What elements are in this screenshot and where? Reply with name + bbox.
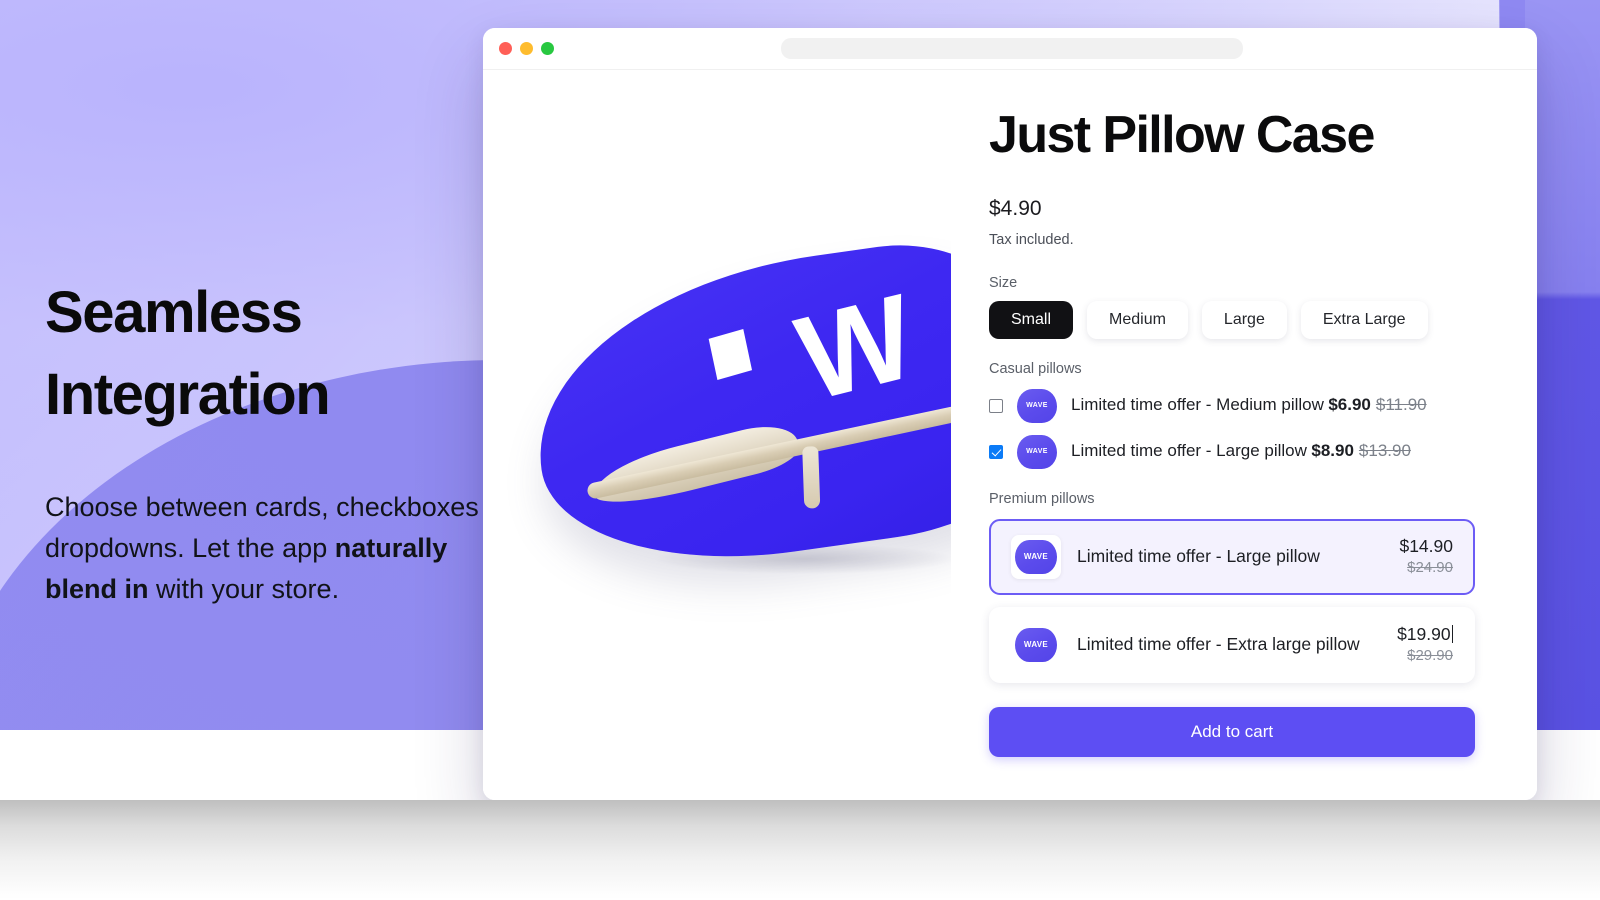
casual-offer-prices: $6.90 $11.90 bbox=[1328, 395, 1426, 414]
product-details-panel: Just Pillow Case $4.90 Tax included. Siz… bbox=[951, 70, 1537, 800]
address-bar[interactable] bbox=[781, 38, 1243, 59]
hero-body-text: Choose between cards, checkboxes & dropd… bbox=[45, 487, 505, 610]
product-gallery: W bbox=[483, 70, 951, 800]
casual-offer-checkbox-large[interactable] bbox=[989, 444, 1003, 459]
product-title: Just Pillow Case bbox=[989, 106, 1375, 164]
screenshot-root: Seamless Integration Choose between card… bbox=[0, 0, 1600, 900]
size-option-small[interactable]: Small bbox=[989, 300, 1074, 339]
page-bottom-shadow bbox=[0, 800, 1600, 900]
size-option-group: Small Medium Large Extra Large bbox=[989, 300, 1475, 339]
pillow-thumbnail-icon: WAVE bbox=[1017, 388, 1057, 423]
casual-pillows-label: Casual pillows bbox=[989, 360, 1082, 377]
premium-offer-compare-price: $24.90 bbox=[1407, 559, 1453, 577]
close-window-icon[interactable] bbox=[499, 42, 512, 55]
premium-offer-card-large[interactable]: WAVE Limited time offer - Large pillow $… bbox=[989, 518, 1475, 595]
casual-offer-price: $6.90 bbox=[1328, 395, 1371, 415]
casual-offer-compare-price: $11.90 bbox=[1375, 395, 1427, 415]
premium-offer-price: $14.90 bbox=[1399, 536, 1453, 557]
pillow-thumbnail-icon: WAVE bbox=[1015, 539, 1057, 574]
size-option-label: Size bbox=[989, 274, 1018, 291]
text-cursor-icon bbox=[1451, 625, 1453, 644]
premium-offer-card-extra-large[interactable]: WAVE Limited time offer - Extra large pi… bbox=[989, 606, 1475, 683]
premium-offer-name: Limited time offer - Large pillow bbox=[1077, 546, 1320, 567]
hero-heading-line-1: Seamless bbox=[45, 280, 303, 345]
premium-thumbnail-wrapper: WAVE bbox=[1011, 622, 1061, 667]
browser-window: W Just Pillow Case $4.90 Tax included. S… bbox=[483, 28, 1537, 800]
add-to-cart-button[interactable]: Add to cart bbox=[989, 706, 1475, 757]
premium-offer-prices: $19.90 $29.90 bbox=[1397, 623, 1453, 666]
size-option-medium[interactable]: Medium bbox=[1087, 300, 1188, 339]
premium-offer-price: $19.90 bbox=[1397, 624, 1451, 645]
tax-note: Tax included. bbox=[989, 231, 1074, 248]
size-option-extra-large[interactable]: Extra Large bbox=[1300, 300, 1428, 339]
casual-offer-price: $8.90 bbox=[1311, 441, 1354, 461]
browser-titlebar bbox=[483, 28, 1537, 70]
pillow-body-shape: W bbox=[517, 225, 951, 585]
casual-offer-name: Limited time offer - Medium pillow bbox=[1071, 395, 1324, 415]
size-option-large[interactable]: Large bbox=[1201, 300, 1287, 339]
maximize-window-icon[interactable] bbox=[541, 42, 554, 55]
premium-offer-prices: $14.90 $24.90 bbox=[1399, 535, 1453, 578]
premium-offer-price-row: $19.90 bbox=[1397, 623, 1453, 646]
hero-heading-line-2: Integration bbox=[45, 362, 331, 428]
casual-offer-compare-price: $13.90 bbox=[1358, 441, 1411, 461]
marketing-copy: Seamless Integration Choose between card… bbox=[45, 272, 505, 610]
pillow-logo-mark bbox=[708, 328, 753, 381]
premium-pillows-label: Premium pillows bbox=[989, 490, 1095, 507]
casual-offer-row[interactable]: WAVE Limited time offer - Medium pillow … bbox=[989, 388, 1475, 423]
hero-heading: Seamless Integration bbox=[45, 272, 505, 437]
casual-offer-text: Limited time offer - Medium pillow $6.90… bbox=[1071, 394, 1427, 417]
casual-offer-text: Limited time offer - Large pillow $8.90 $… bbox=[1071, 440, 1411, 463]
premium-thumbnail-wrapper: WAVE bbox=[1011, 534, 1061, 579]
casual-offer-prices: $8.90 $13.90 bbox=[1311, 441, 1411, 460]
premium-offer-compare-price: $29.90 bbox=[1407, 647, 1453, 665]
pillow-thumbnail-icon: WAVE bbox=[1015, 627, 1057, 662]
product-image: W bbox=[505, 220, 951, 620]
pillow-zipper-pull-icon bbox=[802, 446, 821, 509]
product-price: $4.90 bbox=[989, 196, 1042, 220]
product-page: W Just Pillow Case $4.90 Tax included. S… bbox=[483, 70, 1537, 800]
casual-offer-row[interactable]: WAVE Limited time offer - Large pillow $… bbox=[989, 434, 1475, 469]
minimize-window-icon[interactable] bbox=[520, 42, 533, 55]
premium-offer-name: Limited time offer - Extra large pillow bbox=[1077, 634, 1360, 655]
pillow-thumbnail-icon: WAVE bbox=[1017, 434, 1057, 469]
pillow-logo-letter: W bbox=[785, 270, 922, 427]
traffic-light-dots bbox=[499, 42, 554, 55]
casual-offer-name: Limited time offer - Large pillow bbox=[1071, 441, 1307, 461]
hero-body-part-2: with your store. bbox=[148, 573, 340, 604]
casual-offer-checkbox-medium[interactable] bbox=[989, 398, 1003, 413]
